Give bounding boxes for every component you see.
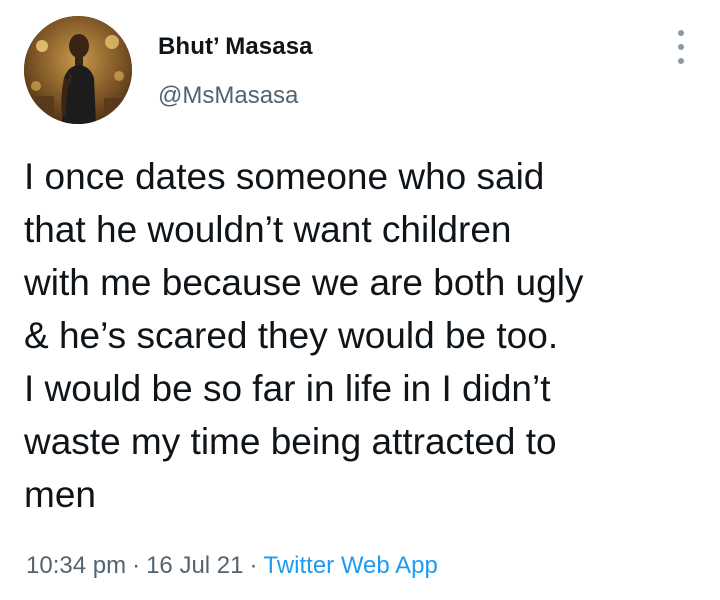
tweet-text-line: I once dates someone who said (24, 156, 545, 197)
tweet-date[interactable]: 16 Jul 21 (146, 552, 243, 579)
more-dot (678, 30, 684, 36)
meta-separator: · (132, 552, 141, 579)
tweet-time[interactable]: 10:34 pm (26, 552, 126, 579)
tweet-text-line: I would be so far in life in I didn’t (24, 368, 551, 409)
user-handle[interactable]: @MsMasasa (158, 82, 298, 110)
tweet-source-link[interactable]: Twitter Web App (263, 552, 437, 579)
display-name[interactable]: Bhut’ Masasa (158, 33, 313, 61)
more-dot (678, 58, 684, 64)
tweet-text-line: waste my time being attracted to (24, 421, 557, 462)
meta-separator: · (249, 552, 258, 579)
tweet-text: I once dates someone who said that he wo… (24, 150, 704, 521)
tweet-text-line: with me because we are both ugly (24, 262, 584, 303)
tweet-text-line: that he wouldn’t want children (24, 209, 512, 250)
tweet-card: Bhut’ Masasa @MsMasasa I once dates some… (0, 0, 720, 600)
more-dot (678, 44, 684, 50)
tweet-text-line: & he’s scared they would be too. (24, 315, 559, 356)
tweet-meta: 10:34 pm · 16 Jul 21 · Twitter Web App (26, 552, 438, 580)
avatar[interactable] (24, 16, 132, 124)
profile-photo-icon (24, 16, 132, 124)
more-vertical-icon[interactable] (670, 30, 692, 64)
tweet-text-line: men (24, 474, 96, 515)
